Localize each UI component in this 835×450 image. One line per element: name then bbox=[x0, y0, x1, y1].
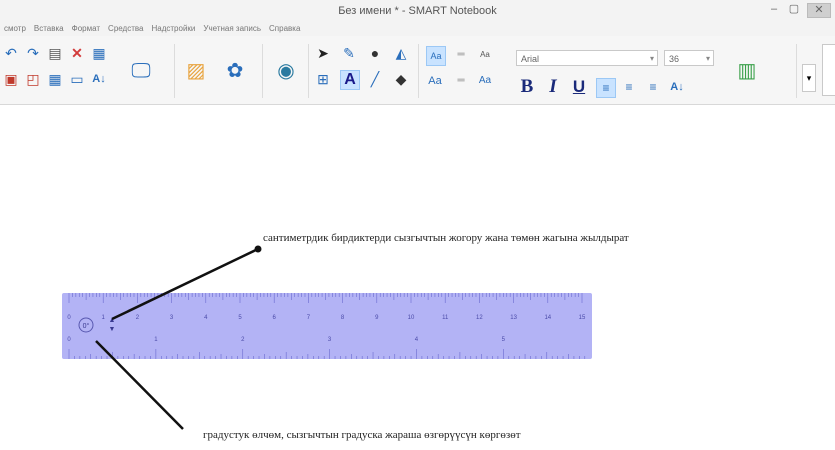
font-size-value: 36 bbox=[669, 54, 680, 64]
ruler-label-cm: 12 bbox=[476, 315, 483, 321]
ruler-layer: 0 1 2 3 4 5 6 7 8 9 10 11 12 13 14 15 012345 0° ▲ ▼ bbox=[62, 245, 592, 430]
line-tool-icon[interactable]: ╱ bbox=[366, 70, 384, 88]
page-icon[interactable]: ▣ bbox=[2, 70, 20, 88]
ruler-label-cm: 14 bbox=[544, 315, 551, 321]
close-button[interactable]: ✕ bbox=[807, 3, 831, 18]
font-size-select[interactable]: 36 ▾ bbox=[664, 50, 714, 66]
menu-tools[interactable]: Средства bbox=[108, 22, 143, 36]
menu-view[interactable]: смотр bbox=[4, 22, 26, 36]
align-center-icon[interactable]: ≡ bbox=[620, 78, 638, 96]
ruler-label-cm: 10 bbox=[408, 315, 415, 321]
save-icon[interactable]: ▦ bbox=[46, 70, 64, 88]
maximize-button[interactable]: ▢ bbox=[787, 3, 801, 16]
toolbar-more-button[interactable]: ▾ bbox=[802, 64, 816, 92]
eraser-icon[interactable]: ◆ bbox=[392, 70, 410, 88]
style-increase-icon[interactable]: ═ bbox=[452, 46, 470, 64]
text-style-large-button[interactable]: Aa bbox=[426, 46, 446, 66]
paste-icon[interactable]: ▤ bbox=[46, 44, 64, 62]
rotation-readout: 0° bbox=[83, 322, 90, 330]
font-name-value: Arial bbox=[521, 54, 540, 64]
minimize-button[interactable]: – bbox=[767, 3, 781, 16]
delete-icon[interactable]: ✕ bbox=[68, 44, 86, 62]
undo-icon[interactable]: ↶ bbox=[2, 44, 20, 62]
properties-icon[interactable]: ▥ bbox=[734, 58, 760, 84]
addons-icon[interactable]: ✿ bbox=[222, 58, 248, 84]
chevron-down-icon: ▾ bbox=[705, 54, 710, 63]
menu-addons[interactable]: Надстройки bbox=[152, 22, 196, 36]
text-color-icon[interactable]: A↓ bbox=[668, 78, 686, 96]
ruler[interactable]: 0 1 2 3 4 5 6 7 8 9 10 11 12 13 14 15 012345 0° ▲ ▼ bbox=[62, 293, 592, 359]
menu-format[interactable]: Формат bbox=[72, 22, 100, 36]
text-fit-icon[interactable]: A↓ bbox=[90, 70, 108, 88]
shape-tool-icon[interactable]: ● bbox=[366, 44, 384, 62]
align-left-icon[interactable]: ≡ bbox=[596, 78, 616, 98]
window-controls: – ▢ ✕ bbox=[767, 3, 831, 18]
menu-bar: смотр Вставка Формат Средства Надстройки… bbox=[0, 22, 835, 36]
text-style-alt-button[interactable]: Aa bbox=[476, 72, 494, 90]
underline-button[interactable]: U bbox=[568, 76, 590, 98]
display-icon[interactable]: 🖵 bbox=[128, 58, 154, 84]
lesson-activity-icon[interactable]: ▨ bbox=[183, 58, 209, 84]
redo-icon[interactable]: ↷ bbox=[24, 44, 42, 62]
title-bar: Без имени * - SMART Notebook – ▢ ✕ bbox=[0, 0, 835, 22]
menu-help[interactable]: Справка bbox=[269, 22, 300, 36]
window-title: Без имени * - SMART Notebook bbox=[338, 5, 497, 17]
response-icon[interactable]: ◉ bbox=[273, 58, 299, 84]
ruler-label-cm: 13 bbox=[510, 315, 517, 321]
menu-insert[interactable]: Вставка bbox=[34, 22, 64, 36]
menu-account[interactable]: Учетная запись bbox=[203, 22, 261, 36]
text-style-small-button[interactable]: Aa bbox=[476, 46, 494, 64]
chevron-down-icon: ▾ bbox=[649, 54, 654, 63]
resize-down-icon[interactable]: ▼ bbox=[109, 326, 116, 333]
ruler-body[interactable] bbox=[62, 293, 592, 359]
measurement-tools-icon[interactable]: ⊞ bbox=[314, 70, 332, 88]
align-right-icon[interactable]: ≡ bbox=[644, 78, 662, 96]
open-file-icon[interactable]: ◰ bbox=[24, 70, 42, 88]
italic-button[interactable]: I bbox=[542, 76, 564, 98]
text-tool-button[interactable]: A bbox=[340, 70, 360, 90]
fill-tool-icon[interactable]: ◭ bbox=[392, 44, 410, 62]
text-style-medium-button[interactable]: Aa bbox=[426, 72, 444, 90]
style-decrease-icon[interactable]: ═ bbox=[452, 72, 470, 90]
pointer-dot-top bbox=[254, 245, 262, 253]
screen-shade-icon[interactable]: ▭ bbox=[68, 70, 86, 88]
side-panel-toggle[interactable] bbox=[822, 44, 835, 96]
toolbar: ↶ ▣ ↷ ◰ ▤ ▦ ✕ ▭ ▦ A↓ 🖵 ▨ ✿ ◉ ➤ ⊞ ✎ A ● ╱… bbox=[0, 36, 835, 105]
select-tool-icon[interactable]: ➤ bbox=[314, 44, 332, 62]
notebook-canvas[interactable]: сантиметрдик бирдиктерди сызгычтын жогор… bbox=[0, 105, 835, 450]
table-icon[interactable]: ▦ bbox=[90, 44, 108, 62]
ruler-label-cm: 11 bbox=[442, 315, 449, 321]
pen-tool-icon[interactable]: ✎ bbox=[340, 44, 358, 62]
ruler-label-cm: 15 bbox=[579, 315, 586, 321]
font-name-select[interactable]: Arial ▾ bbox=[516, 50, 658, 66]
bold-button[interactable]: B bbox=[516, 76, 538, 98]
